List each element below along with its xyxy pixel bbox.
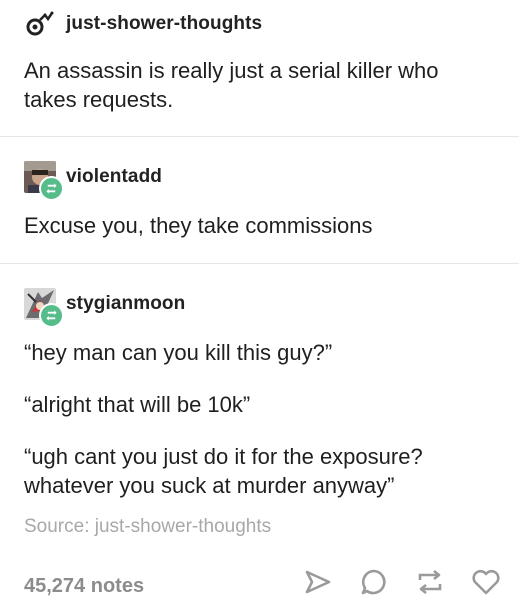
reblog-badge-icon bbox=[39, 303, 64, 328]
reblog-comment: stygianmoon “hey man can you kill this g… bbox=[0, 264, 519, 609]
post-header: stygianmoon bbox=[24, 288, 185, 328]
reblog-icon[interactable] bbox=[415, 567, 445, 597]
post-header: violentadd bbox=[24, 161, 162, 201]
reblog-badge-icon bbox=[39, 176, 64, 201]
post-body-text: An assassin is really just a serial kill… bbox=[24, 58, 439, 112]
share-icon[interactable] bbox=[303, 567, 333, 597]
username[interactable]: stygianmoon bbox=[66, 293, 185, 315]
like-icon[interactable] bbox=[471, 567, 501, 597]
reblog-comment: violentadd Excuse you, they take commiss… bbox=[0, 137, 519, 263]
post-original: just-shower-thoughts An assassin is real… bbox=[0, 0, 519, 136]
post-body-text: Excuse you, they take commissions bbox=[24, 213, 373, 238]
username[interactable]: violentadd bbox=[66, 166, 162, 188]
username[interactable]: just-shower-thoughts bbox=[66, 13, 262, 35]
notes-count[interactable]: 45,274 notes bbox=[24, 575, 144, 598]
source-link[interactable]: Source: just-shower-thoughts bbox=[24, 516, 271, 538]
post-body-text: “ugh cant you just do it for the exposur… bbox=[24, 444, 423, 498]
comet-logo-icon bbox=[24, 8, 56, 40]
post-body-text: “hey man can you kill this guy?” bbox=[24, 340, 333, 365]
avatar[interactable] bbox=[24, 288, 64, 328]
post-body-text: “alright that will be 10k” bbox=[24, 392, 251, 417]
avatar[interactable] bbox=[24, 161, 64, 201]
reply-icon[interactable] bbox=[359, 567, 389, 597]
avatar[interactable] bbox=[24, 8, 56, 40]
post-actions bbox=[303, 567, 501, 597]
post-header: just-shower-thoughts bbox=[24, 8, 262, 40]
